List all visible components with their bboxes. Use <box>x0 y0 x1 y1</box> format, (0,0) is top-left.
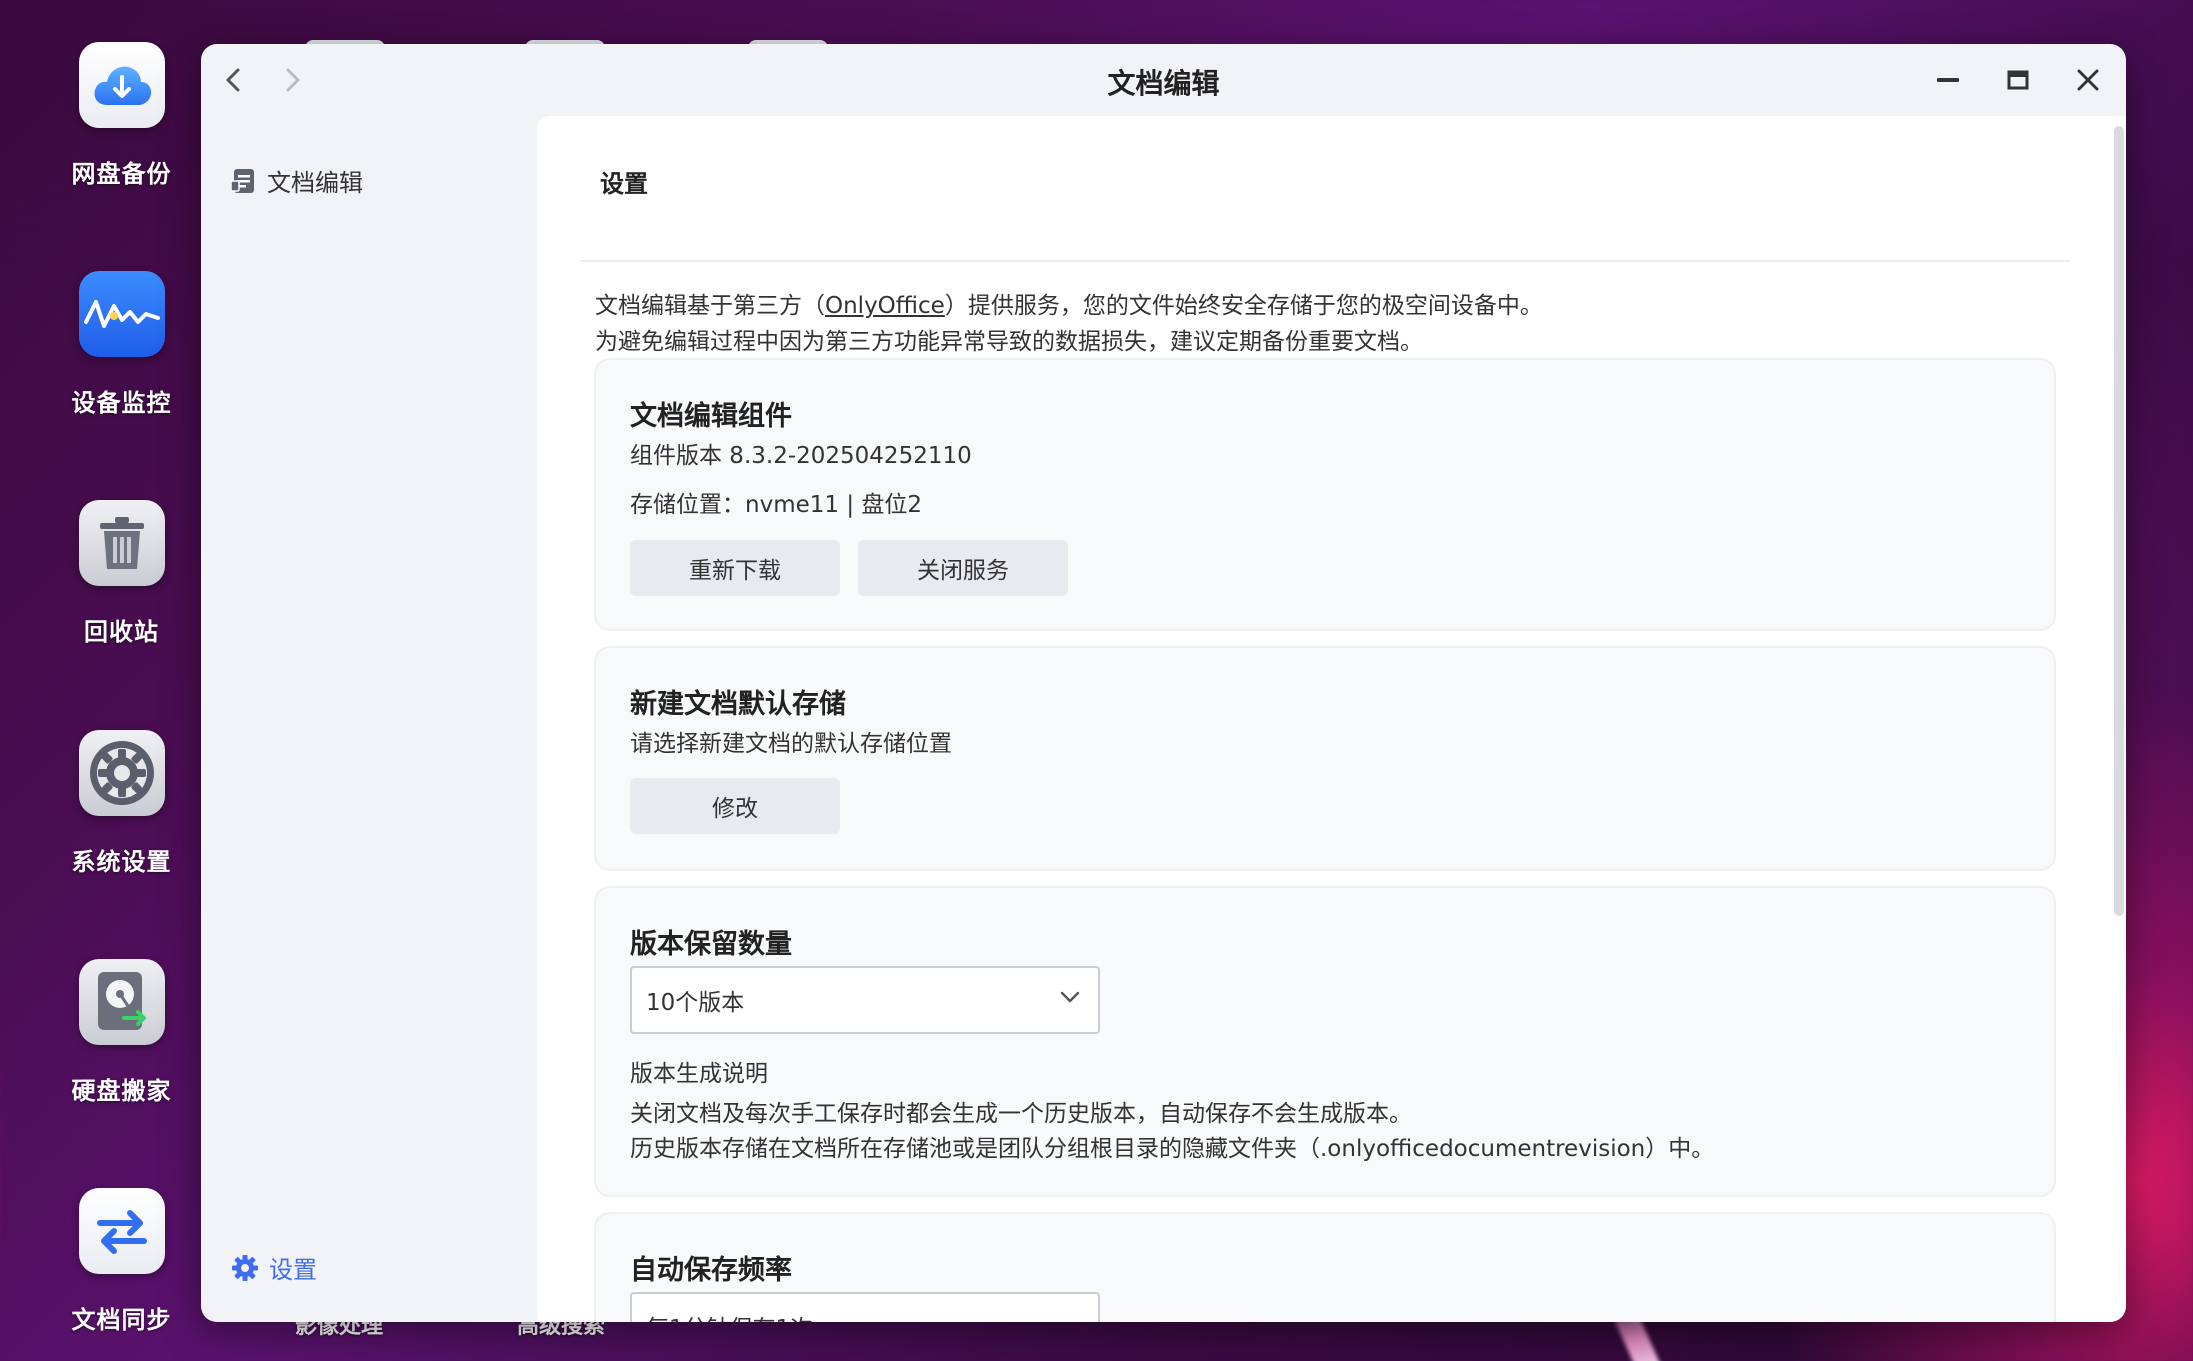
monitor-chart-icon <box>78 271 165 357</box>
versions-card: 版本保留数量 10个版本 版本生成说明 关闭文档及每次手工保存时都会生成一个历史… <box>594 886 2056 1197</box>
default-storage-title: 新建文档默认存储 <box>630 689 846 720</box>
gear-icon <box>232 1254 258 1281</box>
desktop-icon-label: 硬盘搬家 <box>71 1077 172 1105</box>
trash-icon <box>78 500 165 586</box>
page-title: 设置 <box>600 170 648 198</box>
settings-content: 设置 文档编辑基于第三方（OnlyOffice）提供服务，您的文件始终安全存储于… <box>537 116 2126 1322</box>
minimize-button[interactable] <box>1928 60 1968 100</box>
gear-icon <box>78 730 165 816</box>
desktop-icon-recycle-bin[interactable]: 回收站 <box>40 500 203 647</box>
desktop-icon-label: 文档同步 <box>71 1306 172 1334</box>
redownload-button[interactable]: 重新下载 <box>630 540 840 596</box>
document-icon <box>231 168 254 193</box>
intro-line-1: 文档编辑基于第三方（OnlyOffice）提供服务，您的文件始终安全存储于您的极… <box>595 288 1543 324</box>
versions-title: 版本保留数量 <box>630 929 792 960</box>
desktop-icon-label: 设备监控 <box>71 389 172 417</box>
maximize-button[interactable] <box>1998 60 2038 100</box>
desktop-icon-label: 系统设置 <box>71 848 172 876</box>
component-version: 组件版本 8.3.2-202504252110 <box>630 443 972 469</box>
stop-service-button[interactable]: 关闭服务 <box>858 540 1068 596</box>
autosave-select[interactable]: 每1分钟保存1次 <box>630 1292 1100 1322</box>
onlyoffice-link[interactable]: OnlyOffice <box>825 293 945 319</box>
cloud-download-icon <box>78 42 165 128</box>
intro-text: 文档编辑基于第三方（OnlyOffice）提供服务，您的文件始终安全存储于您的极… <box>595 288 1543 360</box>
desktop-icon-label: 网盘备份 <box>71 160 172 188</box>
component-card-title: 文档编辑组件 <box>630 401 792 432</box>
sidebar-settings-label: 设置 <box>269 1256 317 1284</box>
chevron-down-icon <box>1060 991 1080 1003</box>
sidebar-item-label: 文档编辑 <box>267 169 363 197</box>
intro-text-part: 文档编辑基于第三方（ <box>595 293 825 319</box>
desktop-icon-cloud-backup[interactable]: 网盘备份 <box>40 42 203 189</box>
versions-note-title: 版本生成说明 <box>630 1061 768 1087</box>
sync-arrows-icon <box>78 1188 165 1274</box>
sidebar-item-doc-edit[interactable]: 文档编辑 <box>231 163 363 198</box>
close-button[interactable] <box>2068 60 2108 100</box>
close-icon <box>2077 69 2099 91</box>
component-location: 存储位置：nvme11 | 盘位2 <box>630 492 923 518</box>
desktop-icon-doc-sync[interactable]: 文档同步 <box>40 1188 203 1335</box>
modify-button[interactable]: 修改 <box>630 778 840 834</box>
versions-selected-value: 10个版本 <box>646 990 745 1016</box>
desktop-icon-label: 回收站 <box>84 618 159 646</box>
versions-select[interactable]: 10个版本 <box>630 966 1100 1034</box>
window-titlebar: 文档编辑 <box>201 44 2126 116</box>
default-storage-card: 新建文档默认存储 请选择新建文档的默认存储位置 修改 <box>594 646 2056 871</box>
sidebar-item-settings[interactable]: 设置 <box>231 1250 317 1285</box>
maximize-icon <box>2007 70 2029 90</box>
minimize-icon <box>1937 78 1959 82</box>
autosave-selected-value: 每1分钟保存1次 <box>646 1309 813 1322</box>
desktop-icon-system-settings[interactable]: 系统设置 <box>40 730 203 877</box>
autosave-card: 自动保存频率 每1分钟保存1次 <box>594 1212 2056 1322</box>
intro-line-2: 为避免编辑过程中因为第三方功能异常导致的数据损失，建议定期备份重要文档。 <box>595 329 1423 355</box>
title-divider <box>580 260 2070 262</box>
component-card: 文档编辑组件 组件版本 8.3.2-202504252110 存储位置：nvme… <box>594 358 2056 631</box>
autosave-title: 自动保存频率 <box>630 1255 792 1286</box>
window-title: 文档编辑 <box>1107 67 1220 100</box>
disk-move-icon <box>78 959 165 1045</box>
desktop-icon-disk-move[interactable]: 硬盘搬家 <box>40 959 203 1106</box>
versions-note-line-1: 关闭文档及每次手工保存时都会生成一个历史版本，自动保存不会生成版本。 <box>630 1101 1412 1127</box>
scrollbar-thumb[interactable] <box>2114 126 2124 916</box>
default-storage-desc: 请选择新建文档的默认存储位置 <box>630 731 952 757</box>
versions-note-line-2: 历史版本存储在文档所在存储池或是团队分组根目录的隐藏文件夹（.onlyoffic… <box>630 1136 1715 1162</box>
intro-text-part: ）提供服务，您的文件始终安全存储于您的极空间设备中。 <box>944 293 1543 319</box>
app-window: 文档编辑 文档编辑 设置 设置 文档编辑基于第三方（OnlyOffice）提供服… <box>201 44 2126 1322</box>
desktop-icon-device-monitor[interactable]: 设备监控 <box>40 271 203 418</box>
